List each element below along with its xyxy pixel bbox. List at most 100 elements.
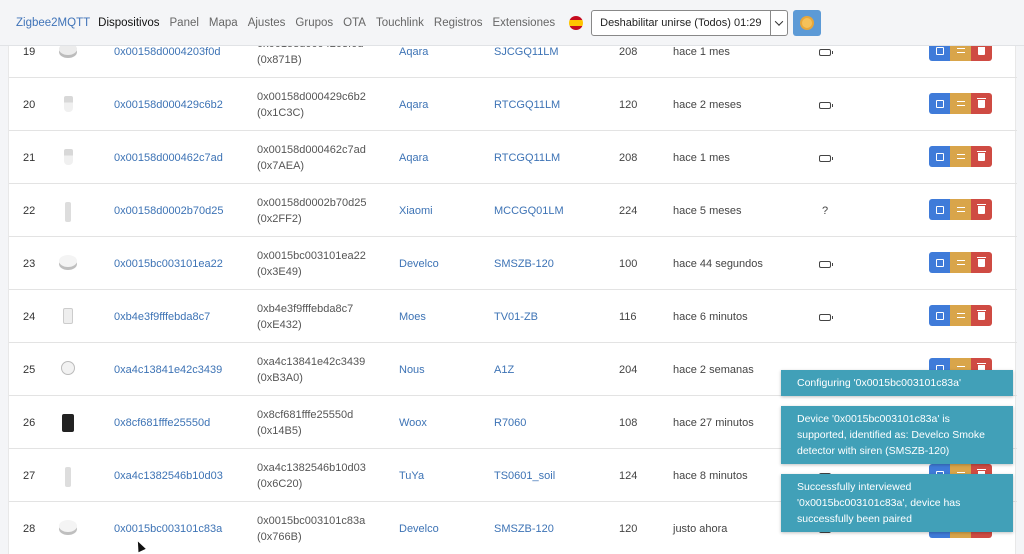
device-vendor-link[interactable]: Aqara <box>399 79 428 131</box>
device-vendor-link[interactable]: Moes <box>399 291 426 343</box>
reconfigure-device-button[interactable] <box>950 252 971 273</box>
device-model-link[interactable]: SMSZB-120 <box>494 238 554 290</box>
device-photo-icon <box>61 361 75 375</box>
nav-link-ota[interactable]: OTA <box>343 17 366 29</box>
device-last-seen: hace 5 meses <box>673 205 742 217</box>
spain-flag-icon[interactable] <box>569 15 584 30</box>
device-address-ieee: 0xa4c13841e42c3439 <box>257 356 366 368</box>
nav-link-logs[interactable]: Registros <box>434 17 483 29</box>
device-power-source <box>815 132 835 184</box>
rename-device-button[interactable] <box>929 146 950 167</box>
device-ieee-link[interactable]: 0x00158d0002b70d25 <box>114 185 224 237</box>
reconfigure-device-button[interactable] <box>950 93 971 114</box>
device-photo-icon <box>59 255 77 267</box>
device-model-link[interactable]: RTCGQ11LM <box>494 79 560 131</box>
reconfigure-device-button[interactable] <box>950 199 971 220</box>
trash-icon <box>977 97 986 108</box>
device-vendor-link[interactable]: Xiaomi <box>399 185 433 237</box>
battery-icon <box>819 260 833 268</box>
device-number: 21 <box>23 152 36 164</box>
device-address: 0x00158d000462c7ad (0x7AEA) <box>257 132 366 184</box>
permit-join-button[interactable]: Deshabilitar unirse (Todos) 01:29 <box>592 10 771 35</box>
device-image <box>57 238 79 290</box>
nav-link-settings[interactable]: Ajustes <box>248 17 286 29</box>
device-address: 0x00158d0002b70d25 (0x2FF2) <box>257 185 367 237</box>
nav-link-extensions[interactable]: Extensiones <box>492 17 555 29</box>
permit-join-dropdown[interactable] <box>771 11 787 35</box>
theme-toggle-button[interactable] <box>792 9 821 36</box>
device-ieee-link[interactable]: 0x0015bc003101ea22 <box>114 238 223 290</box>
remove-device-button[interactable] <box>971 146 992 167</box>
device-ieee-link[interactable]: 0x8cf681fffe25550d <box>114 397 210 449</box>
device-model-link[interactable]: SMSZB-120 <box>494 503 554 554</box>
swap-arrows-icon <box>956 154 965 159</box>
toast-supported[interactable]: Device '0x0015bc003101c83a' is supported… <box>781 406 1013 464</box>
device-model-link[interactable]: R7060 <box>494 397 526 449</box>
device-model-link[interactable]: A1Z <box>494 344 514 396</box>
device-address-ieee: 0x0015bc003101c83a <box>257 515 366 527</box>
rename-device-button[interactable] <box>929 93 950 114</box>
device-image <box>57 450 79 502</box>
nav-link-devices[interactable]: Dispositivos <box>98 17 159 29</box>
rename-device-button[interactable] <box>929 199 950 220</box>
device-address-ieee: 0x0015bc003101ea22 <box>257 250 366 262</box>
reconfigure-device-button[interactable] <box>950 305 971 326</box>
device-last-seen: hace 8 minutos <box>673 470 748 482</box>
trash-icon <box>977 309 986 320</box>
battery-icon <box>819 313 833 321</box>
remove-device-button[interactable] <box>971 199 992 220</box>
sun-icon <box>801 17 812 28</box>
device-lqi: 120 <box>619 99 638 111</box>
battery-icon <box>819 101 833 109</box>
device-ieee-link[interactable]: 0x00158d000429c6b2 <box>114 79 223 131</box>
device-lqi: 116 <box>619 311 637 323</box>
device-address: 0xa4c13841e42c3439 (0xB3A0) <box>257 344 365 396</box>
rename-device-button[interactable] <box>929 252 950 273</box>
remove-device-button[interactable] <box>971 252 992 273</box>
device-power-source <box>815 291 835 343</box>
device-model-link[interactable]: MCCGQ01LM <box>494 185 564 237</box>
rename-device-button[interactable] <box>929 305 950 326</box>
device-photo-icon <box>65 202 71 222</box>
device-address-nwk: (0x766B) <box>257 531 302 543</box>
device-vendor-link[interactable]: Develco <box>399 238 439 290</box>
remove-device-button[interactable] <box>971 93 992 114</box>
remove-device-button[interactable] <box>971 305 992 326</box>
device-model-link[interactable]: TV01-ZB <box>494 291 538 343</box>
device-lqi: 100 <box>619 258 638 270</box>
device-vendor-link[interactable]: Develco <box>399 503 439 554</box>
swap-arrows-icon <box>956 101 965 106</box>
device-photo-icon <box>63 308 73 324</box>
nav-link-groups[interactable]: Grupos <box>295 17 333 29</box>
device-actions <box>929 305 992 326</box>
device-image <box>57 132 79 184</box>
device-ieee-link[interactable]: 0xa4c13841e42c3439 <box>114 344 222 396</box>
toast-configuring[interactable]: Configuring '0x0015bc003101c83a' <box>781 370 1013 396</box>
device-ieee-link[interactable]: 0xa4c1382546b10d03 <box>114 450 223 502</box>
trash-icon <box>977 44 986 55</box>
pencil-icon <box>935 152 944 161</box>
device-image <box>57 397 79 449</box>
brand-link[interactable]: Zigbee2MQTT <box>16 17 90 29</box>
device-vendor-link[interactable]: Aqara <box>399 132 428 184</box>
device-ieee-link[interactable]: 0xb4e3f9fffebda8c7 <box>114 291 210 343</box>
reconfigure-device-button[interactable] <box>950 146 971 167</box>
device-actions <box>929 93 992 114</box>
device-address-nwk: (0x6C20) <box>257 478 303 490</box>
device-model-link[interactable]: RTCGQ11LM <box>494 132 560 184</box>
device-model-link[interactable]: TS0601_soil <box>494 450 555 502</box>
device-address: 0xb4e3f9fffebda8c7 (0xE432) <box>257 291 353 343</box>
table-row: 21 0x00158d000462c7ad 0x00158d000462c7ad (0… <box>9 132 1017 184</box>
toast-interviewed[interactable]: Successfully interviewed '0x0015bc003101… <box>781 474 1013 532</box>
device-vendor-link[interactable]: TuYa <box>399 450 424 502</box>
device-vendor-link[interactable]: Woox <box>399 397 427 449</box>
nav-link-dashboard[interactable]: Panel <box>170 17 199 29</box>
device-ieee-link[interactable]: 0x0015bc003101c83a <box>114 503 222 554</box>
nav-link-map[interactable]: Mapa <box>209 17 238 29</box>
device-ieee-link[interactable]: 0x00158d000462c7ad <box>114 132 223 184</box>
device-vendor-link[interactable]: Nous <box>399 344 425 396</box>
device-address-ieee: 0x8cf681fffe25550d <box>257 409 354 421</box>
swap-arrows-icon <box>956 48 965 53</box>
nav-link-touchlink[interactable]: Touchlink <box>376 17 424 29</box>
device-lqi: 124 <box>619 470 638 482</box>
